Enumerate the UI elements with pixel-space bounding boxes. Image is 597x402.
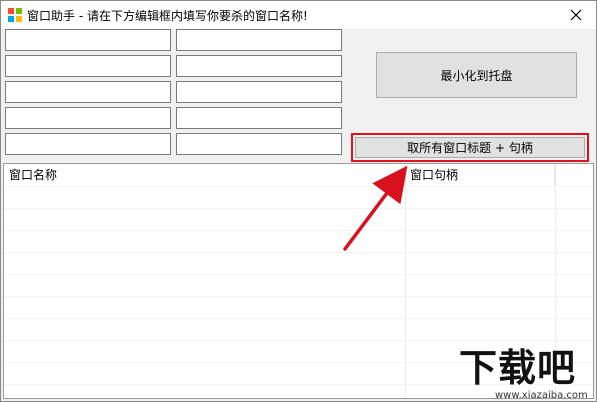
row-divider — [4, 318, 593, 319]
window-name-input[interactable] — [5, 29, 171, 51]
list-header: 窗口名称 窗口句柄 — [4, 164, 593, 186]
window-name-input[interactable] — [176, 81, 342, 103]
window-name-input[interactable] — [5, 81, 171, 103]
close-icon — [570, 9, 582, 21]
row-divider — [4, 230, 593, 231]
window-name-input[interactable] — [176, 133, 342, 155]
close-button[interactable] — [556, 1, 596, 29]
watermark-brand: 下载吧 — [459, 346, 577, 390]
window-name-input[interactable] — [176, 29, 342, 51]
row-divider — [4, 340, 593, 341]
watermark-logo: 下载吧 www.xiazaiba.com — [459, 346, 596, 401]
annotation-arrow-icon — [343, 165, 408, 251]
minimize-to-tray-button[interactable]: 最小化到托盘 — [376, 52, 577, 98]
window-name-input[interactable] — [176, 107, 342, 129]
windows-logo-icon — [7, 7, 23, 23]
watermark-url: www.xiazaiba.com — [495, 390, 588, 401]
row-divider — [4, 296, 593, 297]
row-divider — [4, 186, 593, 187]
column-header-window-handle[interactable]: 窗口句柄 — [405, 164, 555, 186]
row-divider — [4, 208, 593, 209]
row-divider — [4, 274, 593, 275]
window-name-input[interactable] — [5, 107, 171, 129]
row-divider — [4, 252, 593, 253]
window-name-input[interactable] — [5, 55, 171, 77]
main-window: 窗口助手 - 请在下方编辑框内填写你要杀的窗口名称! 最小化到托盘 取所有窗口标… — [0, 0, 597, 402]
window-title: 窗口助手 - 请在下方编辑框内填写你要杀的窗口名称! — [27, 9, 308, 23]
window-name-input[interactable] — [176, 55, 342, 77]
title-bar: 窗口助手 - 请在下方编辑框内填写你要杀的窗口名称! — [1, 1, 596, 29]
window-name-input[interactable] — [5, 133, 171, 155]
get-window-titles-button[interactable]: 取所有窗口标题 + 句柄 — [355, 137, 585, 158]
